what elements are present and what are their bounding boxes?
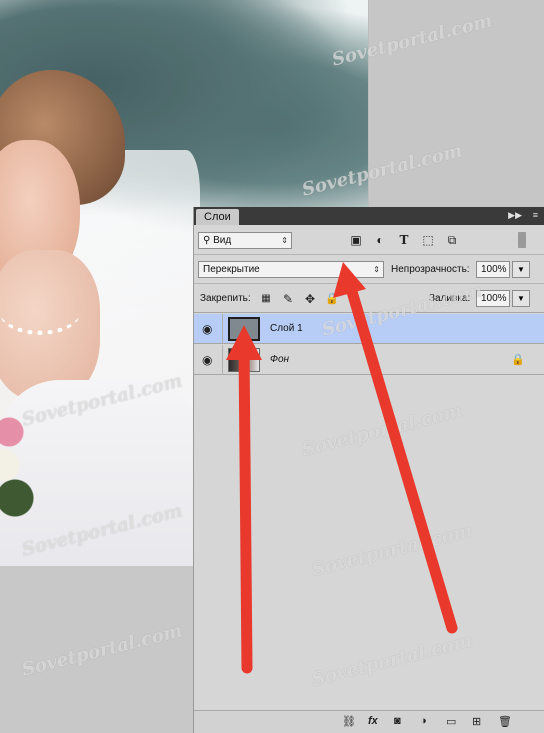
arrowhead-right	[333, 262, 366, 298]
arrow-shaft-left	[238, 344, 253, 674]
annotation-arrows	[226, 262, 458, 674]
arrowhead-left	[226, 325, 262, 360]
arrow-group	[226, 262, 458, 674]
arrow-shaft-right	[344, 279, 458, 634]
